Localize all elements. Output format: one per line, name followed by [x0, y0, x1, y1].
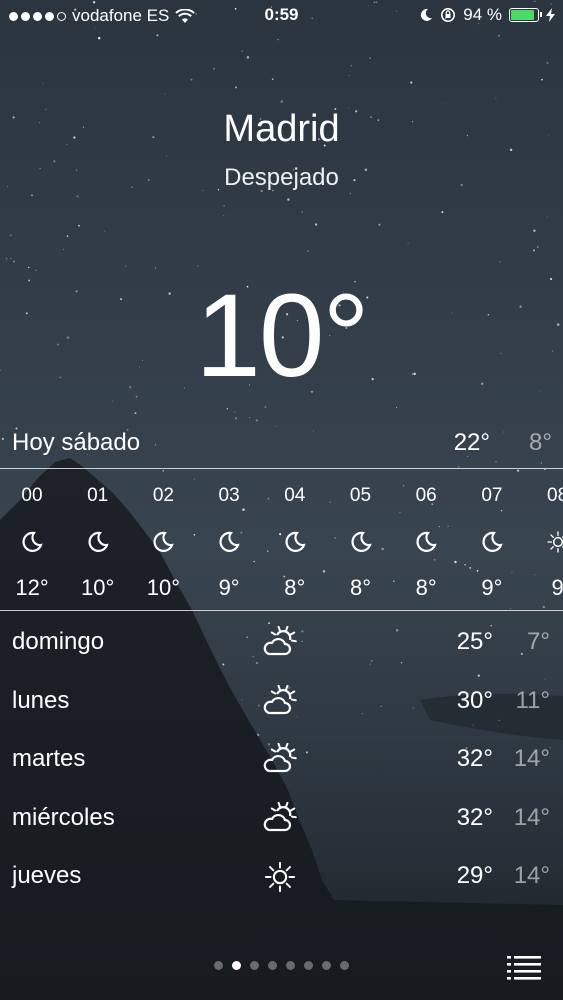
today-low: 8° [529, 429, 552, 456]
daily-forecast-row: lunes 30° 11° [0, 677, 563, 736]
today-summary: Hoy sábado 22° 8° [12, 424, 552, 460]
page-dot[interactable] [322, 961, 331, 970]
page-dot[interactable] [340, 961, 349, 970]
page-dot[interactable] [286, 961, 295, 970]
moon-icon [153, 531, 175, 552]
day-low: 7° [527, 628, 550, 655]
partly-cloudy-icon [263, 684, 297, 714]
page-dot[interactable] [304, 961, 313, 970]
divider-bottom [0, 610, 563, 611]
hour-temperature: 9 [551, 575, 563, 600]
charging-bolt-icon [546, 8, 555, 22]
hour-label: 08 [547, 485, 563, 506]
daily-forecast-row: jueves 29° 14° [0, 852, 563, 911]
partly-cloudy-icon [263, 742, 297, 773]
today-high: 22° [453, 429, 490, 456]
battery-percentage: 94 % [463, 5, 502, 24]
hour-temperature: 8° [349, 575, 372, 600]
today-label: Hoy sábado [12, 429, 141, 456]
page-dot[interactable] [214, 961, 223, 970]
hour-temperature: 12° [15, 575, 49, 600]
carrier-name: vodafone ES [72, 6, 170, 25]
day-name: martes [12, 745, 86, 772]
daily-forecast-list: domingo 25° 7° lunes 30° 11° martes 32° 14° miérc… [0, 618, 563, 911]
day-high: 25° [456, 628, 493, 655]
rotation-lock-icon [441, 8, 456, 22]
hour-label: 03 [218, 485, 240, 506]
moon-icon [219, 531, 240, 552]
daily-forecast-row: domingo 25° 7° [0, 618, 563, 677]
hour-label: 00 [21, 485, 43, 506]
hour-temperature: 9° [218, 575, 240, 600]
daily-forecast-row: martes 32° 14° [0, 735, 563, 794]
hour-temperature: 8° [284, 575, 306, 600]
page-dot[interactable] [232, 961, 241, 970]
moon-icon [351, 531, 372, 552]
sun-icon [546, 531, 563, 553]
list-icon[interactable] [507, 955, 541, 981]
day-low: 14° [513, 862, 550, 889]
moon-icon [416, 531, 437, 552]
current-condition: Despejado [224, 164, 339, 191]
hourly-forecast-strip[interactable]: 00 12° 01 10° 02 10° 03 9° 04 8° 05 8° 06 8° 07 9° 08 9 [0, 470, 563, 608]
partly-cloudy-icon [263, 801, 297, 831]
hour-temperature: 9° [481, 575, 503, 600]
day-name: lunes [12, 686, 70, 714]
hour-label: 02 [152, 485, 174, 506]
hour-label: 01 [87, 485, 109, 506]
day-high: 32° [456, 745, 493, 772]
moon-icon [482, 531, 503, 552]
day-name: jueves [12, 862, 82, 889]
status-bar: vodafone ES 0:59 94 % [0, 0, 563, 34]
hour-label: 07 [481, 485, 503, 506]
day-high: 29° [456, 862, 493, 889]
battery-icon [509, 8, 542, 22]
moon-icon [22, 531, 43, 552]
page-indicator[interactable] [0, 961, 563, 970]
do-not-disturb-moon-icon [421, 8, 433, 21]
page-dot[interactable] [268, 961, 277, 970]
day-name: miércoles [12, 803, 115, 831]
page-dot[interactable] [250, 961, 259, 970]
hour-temperature: 10° [146, 575, 181, 600]
hour-temperature: 8° [415, 575, 437, 600]
day-low: 14° [513, 745, 550, 772]
partly-cloudy-icon [263, 625, 297, 656]
divider-top [0, 468, 563, 469]
hour-label: 06 [415, 485, 437, 506]
city-name: Madrid [223, 108, 340, 150]
hour-label: 04 [284, 485, 306, 506]
wifi-icon [175, 8, 196, 23]
signal-strength-icon [9, 11, 66, 21]
current-temperature: 10° [195, 270, 369, 402]
day-name: domingo [12, 628, 105, 655]
day-high: 30° [456, 686, 493, 714]
day-high: 32° [456, 803, 493, 831]
hour-temperature: 10° [81, 575, 115, 600]
day-low: 11° [515, 686, 550, 714]
day-low: 14° [513, 803, 550, 831]
moon-icon [88, 531, 109, 552]
hour-label: 05 [349, 485, 372, 506]
moon-icon [285, 531, 306, 552]
daily-forecast-row: miércoles 32° 14° [0, 794, 563, 853]
sun-icon [264, 861, 296, 893]
